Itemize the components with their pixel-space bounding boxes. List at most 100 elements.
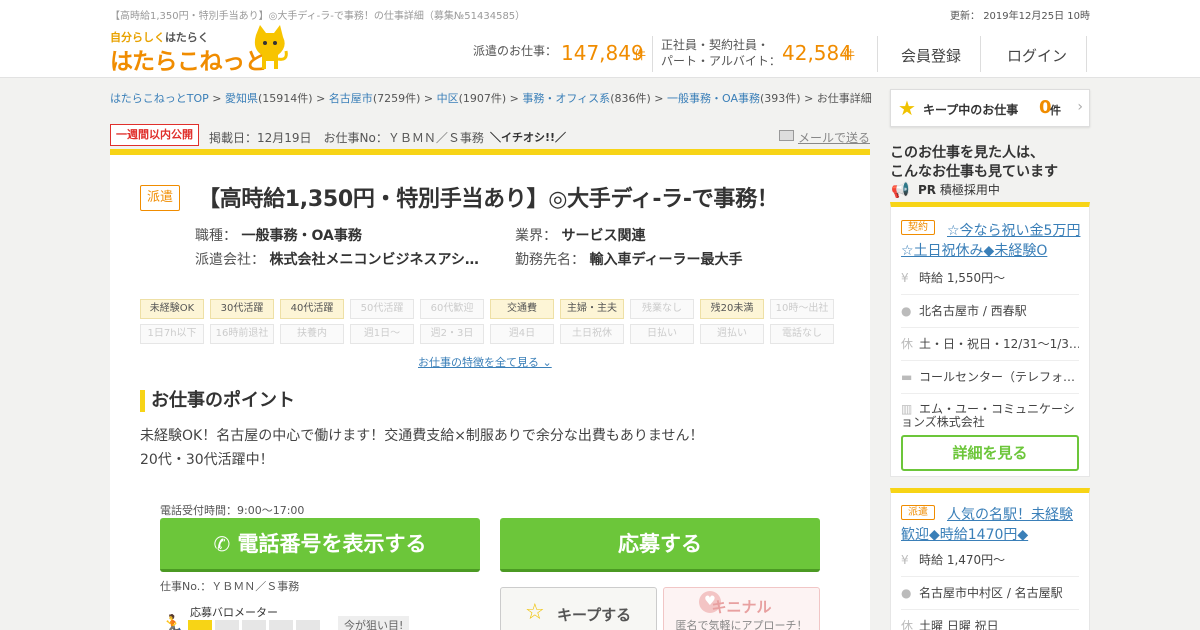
holiday-icon: 休 [901,337,914,351]
cat-mascot-icon [254,25,288,69]
industry-value: サービス関連 [561,228,646,244]
feature-tag: 残業なし [630,299,694,319]
occupation-value: 一般事務・OA事務 [241,228,362,244]
related-job-title[interactable]: ☆今なら祝い金5万円☆土日祝休み◆未経験O [901,221,1083,261]
feature-tag: 60代歓迎 [420,299,484,319]
breadcrumb-ippan[interactable]: 一般事務・OA事務 [667,92,760,105]
location-pin-icon: ● [901,304,912,318]
keep-list-box[interactable]: ★ キープ中のお仕事 0 件 › [890,89,1090,127]
register-link[interactable]: 会員登録 [901,45,961,66]
apply-meter-cell [188,620,212,630]
briefcase-icon: ▬ [901,370,913,384]
feature-tag: 週4日 [490,324,554,344]
breadcrumb-count: (7259件) [372,92,421,105]
holiday-row: 休土・日・祝日・12/31～1/3… [901,335,1079,361]
mail-icon[interactable] [779,130,794,141]
send-mail-link[interactable]: メールで送る [798,129,870,146]
job-type-text: コールセンター（テレフォ… [919,370,1076,384]
breadcrumb-count: (15914件) [258,92,313,105]
breadcrumb-count: (836件) [610,92,651,105]
feature-tag: 10時～出社 [770,299,834,319]
job-detail-card: 派遣 【高時給1,350円・特別手当あり】◎大手ディ-ラ-で事務！ 職種： 一般… [110,149,870,630]
seo-title-text: 【高時給1,350円・特別手当あり】◎大手ディ-ラ-で事務！の仕事詳細（募集№5… [110,11,526,22]
updated-date: 更新： 2019年12月25日 10時 [950,11,1090,22]
occupation-info: 職種： 一般事務・OA事務 [195,225,362,245]
site-header: 【高時給1,350円・特別手当あり】◎大手ディ-ラ-で事務！の仕事詳細（募集№5… [0,0,1200,78]
agency-info: 派遣会社： 株式会社メニコンビジネスアシ… [195,249,479,269]
occupation-label: 職種： [195,228,237,244]
feature-tag: 週2・3日 [420,324,484,344]
holiday-row: 休土曜 日曜 祝日 [901,617,1079,630]
job-number: 仕事No.：ＹＢＭＮ／Ｓ事務 [160,580,300,593]
feature-tag: 16時前退社 [210,324,274,344]
yen-icon: ¥ [901,553,909,567]
wage-row: ¥ 時給 1,550円～ [901,269,1079,295]
location-row: ● 北名古屋市 / 西春駅 [901,302,1079,328]
job-point-heading: お仕事のポイント [140,390,295,412]
runner-icon: 🏃 [160,613,185,630]
related-heading-line: こんなお仕事も見ています [890,164,1058,180]
pr-tag: PR [918,183,937,197]
kinenal-button[interactable]: ♥ キニナル 匿名で気軽にアプローチ！ [663,587,820,630]
recommend-label: ＼イチオシ!!／ [490,131,567,144]
logo-wordmark: はたらこねっと [110,49,268,75]
location-pin-icon: ● [901,586,912,600]
haken-count-unit: 件 [634,48,647,62]
location-text: 名古屋市中村区 / 名古屋駅 [919,586,1063,600]
related-heading: このお仕事を見た人は、 こんなお仕事も見ています [890,144,1058,182]
star-icon: ★ [898,96,916,120]
breadcrumb-current: お仕事詳細 [816,92,872,105]
pr-label: PR 積極採用中 [890,181,1000,198]
haken-count-label: 派遣のお仕事： [473,44,558,58]
seishain-count-unit: 件 [843,48,856,62]
workplace-value: 輸入車ディーラー最大手 [589,252,743,268]
seishain-count[interactable]: 42,584 [782,41,852,65]
more-features-link[interactable]: お仕事の特徴を全て見る ⌄ [418,354,552,370]
agency-label: 派遣会社： [195,252,265,268]
divider [1086,36,1087,72]
feature-tag: 交通費 [490,299,554,319]
apply-meter-cell [242,620,266,630]
wage-text: 時給 1,550円～ [919,271,1006,285]
company-row: ▥ エム・ユー・コミュニケーションズ株式会社 [901,403,1079,431]
site-logo[interactable]: 自分らしくはたらく はたらこねっと [110,25,300,75]
haken-count[interactable]: 147,849 [561,41,644,65]
industry-info: 業界： サービス関連 [515,225,645,245]
related-job-title[interactable]: 人気の名駅！未経験歓迎◆時給1470円◆ [901,505,1083,545]
workplace-info: 勤務先名： 輸入車ディーラー最大手 [515,249,742,269]
apply-meter-label: 応募バロメーター [190,606,278,619]
holiday-text: 土曜 日曜 祝日 [919,619,999,630]
company-text: エム・ユー・コミュニケーションズ株式会社 [901,403,1075,429]
feature-tag: 40代活躍 [280,299,344,319]
login-link[interactable]: ログイン [1007,45,1067,66]
show-phone-button[interactable]: ✆ 電話番号を表示する [160,518,480,572]
feature-tag: 50代活躍 [350,299,414,319]
feature-tag: 残20未満 [700,299,764,319]
yen-icon: ¥ [901,271,909,285]
employment-type-badge: 派遣 [140,185,181,211]
seishain-count-label: 正社員・契約社員・ パート・アルバイト： [661,37,781,69]
keep-button[interactable]: ☆ キープする [500,587,657,630]
feature-tag: 土日祝休 [560,324,624,344]
more-features-label: お仕事の特徴を全て見る [418,356,539,369]
breadcrumb: はたらこねっとTOP > 愛知県(15914件) > 名古屋市(7259件) >… [110,92,872,105]
divider [980,36,981,72]
breadcrumb-aichi[interactable]: 愛知県 [225,92,258,105]
breadcrumb-naka[interactable]: 中区 [437,92,459,105]
related-job-card: 契約 ☆今なら祝い金5万円☆土日祝休み◆未経験O ¥ 時給 1,550円～ ● 北名… [890,202,1090,477]
keep-label: キープする [557,606,632,624]
breadcrumb-top[interactable]: はたらこねっとTOP [110,92,209,105]
feature-tag: 未経験OK [140,299,204,319]
view-details-button[interactable]: 詳細を見る [901,435,1079,471]
breadcrumb-office[interactable]: 事務・オフィス系 [522,92,610,105]
location-text: 北名古屋市 / 西春駅 [919,304,1027,318]
apply-button[interactable]: 応募する [500,518,820,572]
posted-info: 掲載日：12月19日 お仕事No：ＹＢＭＮ／Ｓ事務 [209,131,484,145]
feature-tag: 週払い [700,324,764,344]
location-row: ● 名古屋市中村区 / 名古屋駅 [901,584,1079,610]
breadcrumb-nagoya[interactable]: 名古屋市 [329,92,373,105]
job-point-line: 20代・30代活躍中！ [140,452,274,468]
kinenal-subtitle: 匿名で気軽にアプローチ！ [675,619,808,630]
job-point-line: 未経験OK！名古屋の中心で働けます！交通費支給×制服ありで余分な出費もありません… [140,428,704,444]
chevron-right-icon: › [1077,99,1083,115]
